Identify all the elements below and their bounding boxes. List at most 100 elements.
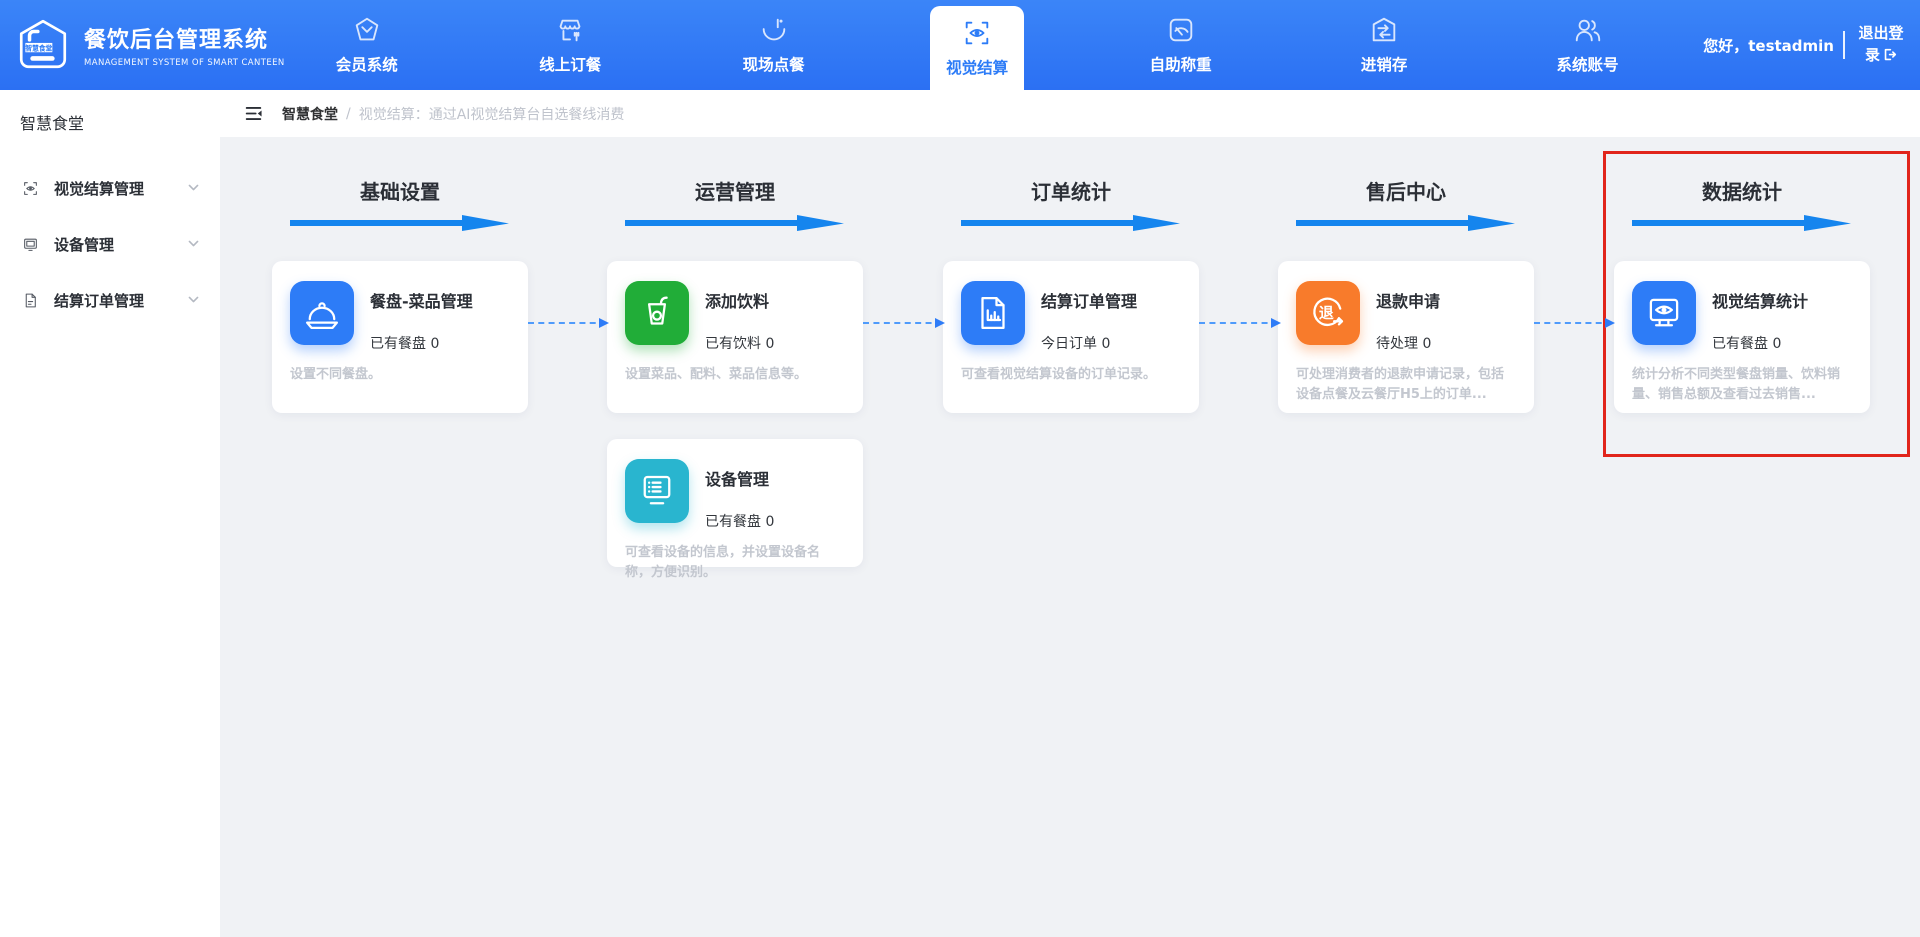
column-title: 基础设置 bbox=[272, 176, 528, 205]
flow-connector bbox=[1199, 322, 1278, 324]
nav-label: 现场点餐 bbox=[743, 53, 805, 75]
app-title: 餐饮后台管理系统 bbox=[84, 22, 285, 54]
flow-arrow bbox=[625, 214, 845, 232]
chevron-down-icon bbox=[187, 179, 200, 198]
breadcrumb-separator: / bbox=[346, 106, 351, 122]
card-description: 统计分析不同类型餐盘销量、饮料销量、销售总额及查看过去销售... bbox=[1632, 365, 1852, 405]
collapse-menu-icon bbox=[244, 105, 263, 122]
sidebar-item-settlement-orders[interactable]: 结算订单管理 bbox=[0, 272, 220, 328]
sidebar-menu: 视觉结算管理 设备管理 结算订单管理 bbox=[0, 160, 220, 328]
column-title: 运营管理 bbox=[607, 176, 863, 205]
device-monitor-icon bbox=[625, 459, 689, 523]
card-count: 已有饮料 0 bbox=[705, 333, 774, 353]
document-icon bbox=[22, 292, 39, 309]
app-subtitle: MANAGEMENT SYSTEM OF SMART CANTEEN bbox=[84, 58, 285, 68]
column-title: 数据统计 bbox=[1614, 176, 1870, 205]
card-add-drinks[interactable]: 添加饮料 已有饮料 0 设置菜品、配料、菜品信息等。 bbox=[607, 261, 863, 413]
flow-arrow bbox=[961, 214, 1181, 232]
flow-arrow bbox=[1632, 214, 1852, 232]
nav-label: 视觉结算 bbox=[946, 56, 1008, 78]
canteen-logo-icon: 智慧食堂 bbox=[14, 16, 72, 74]
refund-icon: 退 bbox=[1296, 281, 1360, 345]
chevron-down-icon bbox=[187, 235, 200, 254]
flow-board: 基础设置 餐盘-菜品管理 bbox=[220, 137, 1920, 937]
breadcrumb: 智慧食堂 / 视觉结算：通过AI视觉结算台自选餐线消费 bbox=[282, 104, 624, 124]
collapse-sidebar-button[interactable] bbox=[244, 105, 263, 122]
dish-icon bbox=[759, 15, 789, 45]
nav-system-account[interactable]: 系统账号 bbox=[1541, 0, 1635, 90]
card-title: 餐盘-菜品管理 bbox=[370, 288, 473, 312]
sidebar-item-device-management[interactable]: 设备管理 bbox=[0, 216, 220, 272]
users-icon bbox=[1573, 15, 1603, 45]
sidebar-item-label: 视觉结算管理 bbox=[54, 178, 172, 199]
eye-scan-icon bbox=[962, 18, 992, 48]
gem-icon bbox=[352, 15, 382, 45]
card-count: 已有餐盘 0 bbox=[370, 333, 473, 353]
top-nav: 会员系统 线上订餐 现场点餐 bbox=[265, 0, 1689, 90]
column-data-statistics: 数据统计 bbox=[1614, 176, 1870, 413]
card-visual-settlement-statistics[interactable]: 视觉结算统计 已有餐盘 0 统计分析不同类型餐盘销量、饮料销量、销售总额及查看过… bbox=[1614, 261, 1870, 413]
sidebar: 智慧食堂 视觉结算管理 设备管理 bbox=[0, 90, 220, 937]
flow-arrow bbox=[290, 214, 510, 232]
breadcrumb-root[interactable]: 智慧食堂 bbox=[282, 104, 338, 124]
card-count: 已有餐盘 0 bbox=[705, 511, 774, 531]
breadcrumb-current: 视觉结算：通过AI视觉结算台自选餐线消费 bbox=[359, 104, 625, 124]
column-order-statistics: 订单统计 bbox=[943, 176, 1199, 413]
flow-connector bbox=[863, 322, 942, 324]
card-title: 添加饮料 bbox=[705, 288, 774, 312]
app-window: 智慧食堂 餐饮后台管理系统 MANAGEMENT SYSTEM OF SMART… bbox=[0, 0, 1920, 937]
refund-glyph: 退 bbox=[1319, 304, 1334, 322]
divider bbox=[1843, 31, 1845, 59]
column-operations: 运营管理 添加饮料 bbox=[607, 176, 863, 567]
card-title: 视觉结算统计 bbox=[1712, 288, 1808, 312]
sidebar-item-label: 结算订单管理 bbox=[54, 290, 172, 311]
order-report-icon bbox=[961, 281, 1025, 345]
plate-icon bbox=[290, 281, 354, 345]
logo-text: 智慧食堂 bbox=[25, 44, 52, 53]
column-after-sales: 售后中心 退 退款申请 bbox=[1278, 176, 1534, 413]
card-plate-dish-management[interactable]: 餐盘-菜品管理 已有餐盘 0 设置不同餐盘。 bbox=[272, 261, 528, 413]
card-description: 可查看视觉结算设备的订单记录。 bbox=[961, 365, 1181, 385]
main-content: 智慧食堂 / 视觉结算：通过AI视觉结算台自选餐线消费 基础设置 bbox=[220, 90, 1920, 937]
column-title: 售后中心 bbox=[1278, 176, 1534, 205]
sidebar-title: 智慧食堂 bbox=[0, 90, 220, 134]
card-title: 退款申请 bbox=[1376, 288, 1440, 312]
card-refund-request[interactable]: 退 退款申请 待处理 0 可处理消费者的退款申请记录，包括设备点餐及云餐厅H5上… bbox=[1278, 261, 1534, 413]
card-settlement-order-management[interactable]: 结算订单管理 今日订单 0 可查看视觉结算设备的订单记录。 bbox=[943, 261, 1199, 413]
app-logo: 智慧食堂 餐饮后台管理系统 MANAGEMENT SYSTEM OF SMART… bbox=[0, 0, 265, 90]
drink-icon bbox=[625, 281, 689, 345]
nav-member-system[interactable]: 会员系统 bbox=[320, 0, 414, 90]
card-description: 设置不同餐盘。 bbox=[290, 365, 510, 385]
nav-visual-settlement[interactable]: 视觉结算 bbox=[930, 6, 1024, 90]
nav-self-weighing[interactable]: 自助称重 bbox=[1134, 0, 1228, 90]
card-count: 已有餐盘 0 bbox=[1712, 333, 1808, 353]
logout-button[interactable]: 退出登录 bbox=[1854, 23, 1908, 67]
nav-label: 进销存 bbox=[1361, 53, 1408, 75]
card-title: 设备管理 bbox=[705, 466, 774, 490]
column-title: 订单统计 bbox=[943, 176, 1199, 205]
nav-onsite-ordering[interactable]: 现场点餐 bbox=[727, 0, 821, 90]
card-count: 今日订单 0 bbox=[1041, 333, 1137, 353]
top-header: 智慧食堂 餐饮后台管理系统 MANAGEMENT SYSTEM OF SMART… bbox=[0, 0, 1920, 90]
warehouse-icon bbox=[1369, 15, 1399, 45]
flow-connector bbox=[1534, 322, 1612, 324]
nav-inventory[interactable]: 进销存 bbox=[1345, 0, 1424, 90]
user-greeting: 您好，testadmin bbox=[1703, 35, 1834, 56]
chevron-down-icon bbox=[187, 291, 200, 310]
user-area: 您好，testadmin 退出登录 bbox=[1703, 0, 1920, 90]
card-title: 结算订单管理 bbox=[1041, 288, 1137, 312]
card-device-management[interactable]: 设备管理 已有餐盘 0 可查看设备的信息，并设置设备名称，方便识别。 bbox=[607, 439, 863, 567]
column-basic-settings: 基础设置 餐盘-菜品管理 bbox=[272, 176, 528, 413]
sidebar-item-label: 设备管理 bbox=[54, 234, 172, 255]
card-description: 可查看设备的信息，并设置设备名称，方便识别。 bbox=[625, 543, 845, 583]
nav-label: 会员系统 bbox=[336, 53, 398, 75]
nav-label: 自助称重 bbox=[1150, 53, 1212, 75]
card-description: 设置菜品、配料、菜品信息等。 bbox=[625, 365, 845, 385]
flow-arrow bbox=[1296, 214, 1516, 232]
visual-stat-icon bbox=[1632, 281, 1696, 345]
nav-online-ordering[interactable]: 线上订餐 bbox=[523, 0, 617, 90]
sidebar-item-visual-settlement[interactable]: 视觉结算管理 bbox=[0, 160, 220, 216]
nav-label: 线上订餐 bbox=[539, 53, 601, 75]
logout-icon bbox=[1883, 48, 1897, 61]
card-description: 可处理消费者的退款申请记录，包括设备点餐及云餐厅H5上的订单... bbox=[1296, 365, 1516, 405]
